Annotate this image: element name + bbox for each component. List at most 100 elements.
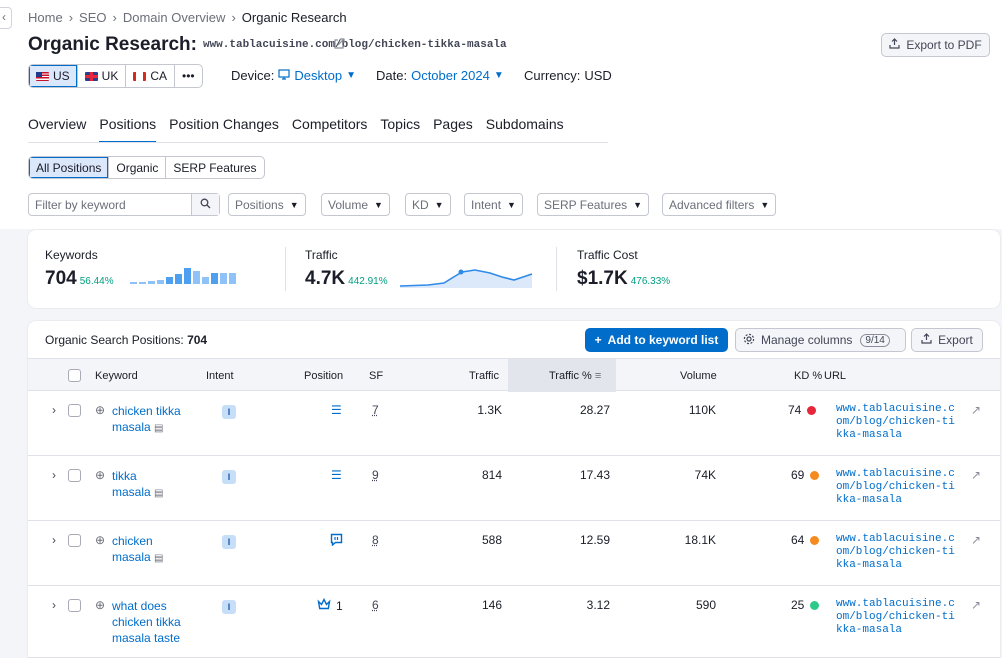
date-value: October 2024 (411, 68, 490, 83)
header-volume[interactable]: Volume (680, 370, 717, 382)
positions-filter[interactable]: Positions ▼ (228, 193, 306, 216)
select-all-checkbox[interactable] (68, 369, 81, 382)
keyword-link[interactable]: chicken tikka masala ▤ (112, 403, 196, 437)
external-link-icon[interactable]: ↗ (971, 468, 981, 482)
chevron-down-icon: ▼ (493, 70, 504, 81)
tab-topics[interactable]: Topics (380, 116, 420, 143)
add-keyword-icon[interactable]: ⊕ (95, 468, 105, 482)
url-link[interactable]: www.tablacuisine.com/blog/chicken-tikka-… (836, 468, 960, 507)
add-keyword-icon[interactable]: ⊕ (95, 403, 105, 417)
position-cell: 1 (317, 597, 343, 613)
device-selector[interactable]: Device: Desktop ▼ (231, 68, 356, 83)
tab-subdomains[interactable]: Subdomains (486, 116, 564, 143)
header-traffic-pct[interactable]: Traffic % ≡ (549, 370, 601, 382)
serp-features-button[interactable]: SERP Features (166, 157, 263, 178)
export-pdf-button[interactable]: Export to PDF (881, 33, 990, 57)
position-type-selector: All Positions Organic SERP Features (28, 156, 265, 179)
page-title-url[interactable]: www.tablacuisine.com/blog/chicken-tikka-… (203, 39, 507, 52)
position-value: 1 (336, 598, 343, 613)
url-link[interactable]: www.tablacuisine.com/blog/chicken-tikka-… (836, 598, 960, 637)
url-link[interactable]: www.tablacuisine.com/blog/chicken-tikka-… (836, 533, 960, 572)
add-button-label: Add to keyword list (607, 333, 719, 347)
expand-row-icon[interactable]: › (52, 598, 56, 612)
breadcrumb-seo[interactable]: SEO (79, 10, 106, 25)
keyword-link[interactable]: what does chicken tikka masala taste (112, 598, 196, 646)
tab-pages[interactable]: Pages (433, 116, 473, 143)
database-uk[interactable]: UK (78, 65, 127, 87)
expand-row-icon[interactable]: › (52, 468, 56, 482)
columns-count: 9/14 (860, 333, 890, 347)
kd-cell: 25 (791, 598, 820, 612)
volume-filter[interactable]: Volume ▼ (321, 193, 390, 216)
all-positions-button[interactable]: All Positions (29, 157, 110, 178)
expand-row-icon[interactable]: › (52, 403, 56, 417)
intent-filter[interactable]: Intent ▼ (464, 193, 523, 216)
keywords-metric[interactable]: Keywords 704 56.44% (45, 248, 114, 290)
expand-row-icon[interactable]: › (52, 533, 56, 547)
sf-count[interactable]: 9 (372, 468, 379, 482)
chevron-down-icon: ▼ (760, 199, 770, 210)
list-icon: ☰ (331, 403, 342, 417)
header-sf[interactable]: SF (369, 370, 383, 382)
header-intent[interactable]: Intent (206, 370, 234, 382)
more-databases-button[interactable]: ••• (175, 65, 202, 87)
breadcrumb-domain-overview[interactable]: Domain Overview (123, 10, 226, 25)
external-link-icon[interactable]: ↗ (971, 403, 981, 417)
add-keyword-icon[interactable]: ⊕ (95, 533, 105, 547)
add-to-keyword-list-button[interactable]: + Add to keyword list (585, 328, 728, 352)
sf-count[interactable]: 6 (372, 598, 379, 612)
url-link[interactable]: www.tablacuisine.com/blog/chicken-tikka-… (836, 403, 960, 442)
external-link-icon[interactable] (333, 37, 345, 53)
tab-positions[interactable]: Positions (99, 116, 157, 143)
manage-columns-button[interactable]: Manage columns 9/14 (735, 328, 906, 352)
keyword-filter-input[interactable] (29, 194, 191, 215)
traffic-cost-metric[interactable]: Traffic Cost $1.7K 476.33% (577, 248, 670, 290)
search-button[interactable] (191, 194, 219, 215)
advanced-filters[interactable]: Advanced filters ▼ (662, 193, 777, 216)
traffic-metric[interactable]: Traffic 4.7K 442.91% (305, 248, 388, 290)
tab-overview[interactable]: Overview (28, 116, 86, 143)
row-checkbox[interactable] (68, 534, 81, 547)
header-url[interactable]: URL (824, 370, 846, 382)
table-row: › ⊕ chicken tikka masala ▤ I ☰ 7 1.3K 28… (28, 391, 1000, 456)
external-link-icon[interactable]: ↗ (971, 598, 981, 612)
database-us[interactable]: US (29, 65, 78, 87)
chevron-down-icon: ▼ (289, 199, 299, 210)
organic-button[interactable]: Organic (109, 157, 167, 178)
keyword-link[interactable]: tikka masala ▤ (112, 468, 196, 502)
date-selector[interactable]: Date: October 2024 ▼ (376, 68, 504, 83)
tab-position-changes[interactable]: Position Changes (169, 116, 279, 143)
kd-filter[interactable]: KD ▼ (405, 193, 451, 216)
external-link-icon[interactable]: ↗ (971, 533, 981, 547)
metric-divider (556, 247, 557, 291)
table-title-label: Organic Search Positions: (45, 333, 184, 347)
row-checkbox[interactable] (68, 404, 81, 417)
uk-flag-icon (84, 71, 98, 81)
serp-features-filter-label: SERP Features (544, 197, 628, 212)
traffic-pct-value: 3.12 (586, 598, 610, 612)
sf-count[interactable]: 8 (372, 533, 379, 547)
row-checkbox[interactable] (68, 469, 81, 482)
crown-icon (317, 597, 331, 613)
header-position[interactable]: Position (304, 370, 343, 382)
collapse-icon[interactable]: ‹ (0, 7, 12, 29)
keyword-link[interactable]: chicken masala ▤ (112, 533, 196, 567)
export-label: Export (938, 333, 973, 347)
serp-snapshot-icon[interactable]: ▤ (154, 423, 163, 434)
serp-snapshot-icon[interactable]: ▤ (154, 488, 163, 499)
row-checkbox[interactable] (68, 599, 81, 612)
header-traffic[interactable]: Traffic (469, 370, 499, 382)
header-kd[interactable]: KD % (794, 370, 822, 382)
header-keyword[interactable]: Keyword (95, 370, 138, 382)
trend-bar (148, 281, 155, 284)
add-keyword-icon[interactable]: ⊕ (95, 598, 105, 612)
tab-competitors[interactable]: Competitors (292, 116, 367, 143)
database-ca[interactable]: CA (126, 65, 176, 87)
export-button[interactable]: Export (911, 328, 983, 352)
volume-filter-label: Volume (328, 197, 369, 212)
serp-snapshot-icon[interactable]: ▤ (154, 553, 163, 564)
breadcrumb-home[interactable]: Home (28, 10, 63, 25)
serp-features-filter[interactable]: SERP Features ▼ (537, 193, 650, 216)
sf-count[interactable]: 7 (372, 403, 379, 417)
kd-cell: 69 (791, 468, 820, 482)
